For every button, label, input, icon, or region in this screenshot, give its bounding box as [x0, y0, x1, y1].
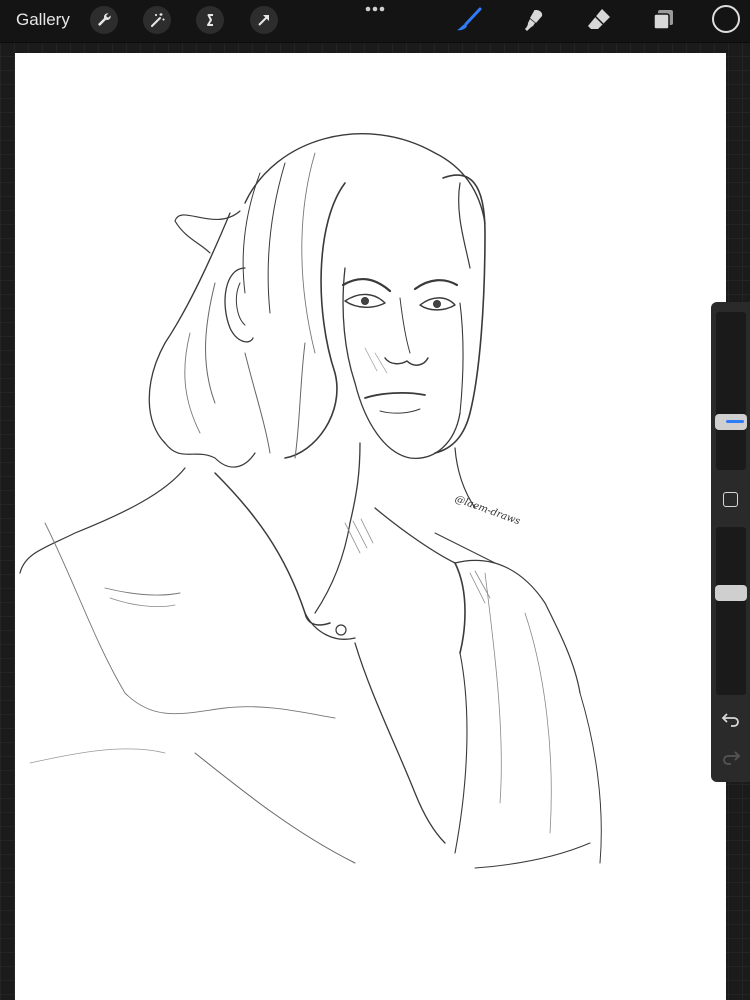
modify-square-icon[interactable] [723, 492, 738, 507]
transform-arrow-icon[interactable] [250, 6, 278, 34]
gallery-button[interactable]: Gallery [16, 10, 70, 30]
brush-size-indicator [726, 420, 744, 424]
brush-sidebar [711, 302, 750, 782]
opacity-slider[interactable] [715, 527, 747, 695]
selection-s-icon[interactable] [196, 6, 224, 34]
smudge-icon[interactable] [520, 6, 548, 34]
brush-size-slider[interactable] [715, 312, 747, 470]
pencil-sketch-portrait [19, 133, 602, 869]
eraser-icon[interactable] [585, 6, 613, 34]
undo-icon[interactable] [721, 710, 741, 728]
brush-size-knob[interactable] [715, 414, 747, 431]
drawing-canvas[interactable]: @laem-draws [15, 53, 726, 1000]
magic-wand-icon[interactable] [143, 6, 171, 34]
more-dots-icon[interactable] [364, 2, 386, 16]
opacity-knob[interactable] [715, 584, 747, 601]
redo-icon[interactable] [721, 748, 741, 766]
top-toolbar: Gallery [0, 0, 750, 43]
color-picker-swatch[interactable] [712, 5, 740, 33]
brush-icon[interactable] [455, 6, 483, 34]
layers-icon[interactable] [650, 6, 678, 34]
wrench-icon[interactable] [90, 6, 118, 34]
